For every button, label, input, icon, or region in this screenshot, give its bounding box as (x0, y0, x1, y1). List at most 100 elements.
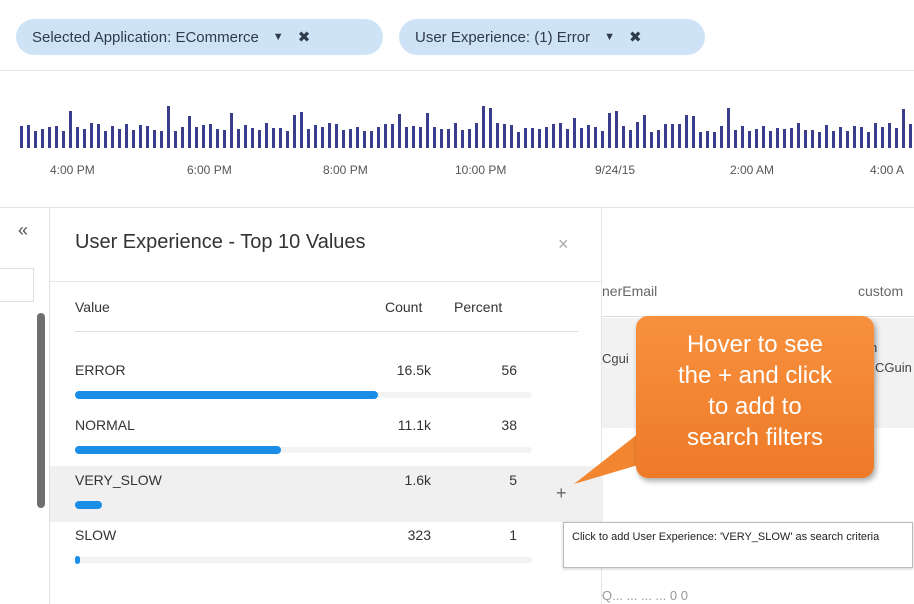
timeline-bar[interactable] (279, 128, 282, 148)
timeline-bar[interactable] (69, 111, 72, 148)
timeline-bar[interactable] (587, 125, 590, 148)
timeline-bar[interactable] (342, 130, 345, 148)
timeline-bar[interactable] (62, 131, 65, 148)
timeline-bar[interactable] (538, 129, 541, 148)
timeline-bar[interactable] (377, 127, 380, 148)
timeline-bar[interactable] (510, 125, 513, 148)
timeline-bar[interactable] (188, 116, 191, 148)
value-row-error[interactable]: ERROR 16.5k 56 (50, 356, 603, 412)
timeline-bar[interactable] (559, 123, 562, 148)
timeline-bar[interactable] (391, 124, 394, 148)
timeline-bar[interactable] (867, 132, 870, 148)
timeline-bar[interactable] (552, 124, 555, 148)
timeline-bar[interactable] (699, 132, 702, 148)
timeline-bar[interactable] (692, 116, 695, 148)
timeline-bar[interactable] (629, 130, 632, 148)
timeline-bar[interactable] (608, 113, 611, 148)
timeline-bar[interactable] (811, 130, 814, 148)
timeline-bar[interactable] (566, 129, 569, 148)
timeline-bar[interactable] (468, 129, 471, 148)
add-filter-plus-icon[interactable]: + (556, 483, 567, 504)
field-search-input[interactable] (0, 268, 34, 302)
timeline-bar[interactable] (573, 118, 576, 148)
close-icon[interactable]: ✖ (629, 28, 642, 46)
value-row-very-slow[interactable]: VERY_SLOW 1.6k 5 (50, 466, 603, 522)
column-header-customer-email[interactable]: nerEmail (602, 283, 657, 299)
timeline-bar[interactable] (524, 128, 527, 148)
timeline-bar[interactable] (335, 124, 338, 148)
timeline-bars[interactable] (0, 71, 914, 207)
timeline-bar[interactable] (153, 130, 156, 148)
scrollbar[interactable] (37, 313, 45, 508)
timeline-bar[interactable] (671, 124, 674, 148)
timeline-bar[interactable] (132, 130, 135, 148)
timeline-bar[interactable] (762, 126, 765, 148)
timeline-bar[interactable] (300, 112, 303, 148)
timeline-bar[interactable] (125, 124, 128, 148)
timeline-bar[interactable] (748, 131, 751, 148)
timeline-bar[interactable] (419, 127, 422, 148)
timeline-bar[interactable] (741, 126, 744, 148)
timeline-bar[interactable] (482, 106, 485, 148)
timeline-bar[interactable] (384, 124, 387, 148)
timeline-bar[interactable] (265, 123, 268, 148)
timeline-bar[interactable] (160, 131, 163, 148)
timeline-bar[interactable] (314, 125, 317, 148)
timeline-bar[interactable] (321, 127, 324, 148)
timeline-bar[interactable] (615, 111, 618, 148)
value-row-normal[interactable]: NORMAL 11.1k 38 (50, 411, 603, 467)
timeline-bar[interactable] (503, 124, 506, 148)
chevron-down-icon[interactable]: ▼ (273, 31, 284, 43)
timeline-bar[interactable] (258, 130, 261, 148)
timeline-bar[interactable] (734, 130, 737, 148)
timeline-bar[interactable] (713, 132, 716, 148)
timeline-bar[interactable] (349, 129, 352, 148)
timeline-bar[interactable] (580, 128, 583, 148)
timeline-bar[interactable] (860, 127, 863, 148)
close-icon[interactable]: ✖ (298, 28, 311, 46)
timeline-bar[interactable] (909, 124, 912, 148)
timeline-bar[interactable] (398, 114, 401, 148)
timeline-bar[interactable] (48, 127, 51, 148)
timeline-bar[interactable] (216, 129, 219, 148)
timeline-bar[interactable] (755, 129, 758, 148)
timeline-bar[interactable] (244, 125, 247, 148)
timeline-bar[interactable] (251, 128, 254, 148)
timeline-bar[interactable] (531, 128, 534, 148)
timeline-bar[interactable] (496, 123, 499, 148)
column-header-custom[interactable]: custom (858, 283, 903, 299)
timeline-bar[interactable] (440, 129, 443, 148)
timeline-bar[interactable] (881, 127, 884, 148)
timeline-bar[interactable] (356, 127, 359, 148)
timeline-bar[interactable] (601, 131, 604, 148)
timeline-bar[interactable] (657, 130, 660, 148)
timeline-bar[interactable] (412, 126, 415, 148)
timeline-bar[interactable] (34, 131, 37, 148)
timeline-bar[interactable] (461, 130, 464, 148)
timeline-bar[interactable] (454, 123, 457, 148)
timeline-bar[interactable] (769, 131, 772, 148)
timeline-bar[interactable] (706, 131, 709, 148)
timeline-bar[interactable] (853, 126, 856, 148)
timeline-bar[interactable] (678, 124, 681, 148)
timeline-bar[interactable] (475, 123, 478, 148)
timeline-bar[interactable] (664, 124, 667, 148)
timeline-bar[interactable] (839, 127, 842, 148)
timeline-bar[interactable] (83, 129, 86, 148)
user-experience-filter-pill[interactable]: User Experience: (1) Error ▼ ✖ (399, 19, 705, 55)
close-icon[interactable]: × (558, 234, 569, 255)
value-row-slow[interactable]: SLOW 323 1 (50, 521, 603, 577)
timeline-bar[interactable] (97, 124, 100, 148)
timeline-bar[interactable] (286, 131, 289, 148)
timeline-bar[interactable] (433, 127, 436, 148)
timeline-bar[interactable] (650, 132, 653, 148)
timeline-bar[interactable] (76, 127, 79, 148)
timeline-bar[interactable] (209, 124, 212, 148)
timeline-bar[interactable] (874, 123, 877, 148)
timeline-bar[interactable] (104, 131, 107, 148)
timeline-bar[interactable] (636, 122, 639, 148)
timeline-bar[interactable] (307, 129, 310, 148)
timeline-bar[interactable] (293, 115, 296, 148)
timeline-bar[interactable] (223, 130, 226, 148)
timeline-bar[interactable] (139, 125, 142, 148)
